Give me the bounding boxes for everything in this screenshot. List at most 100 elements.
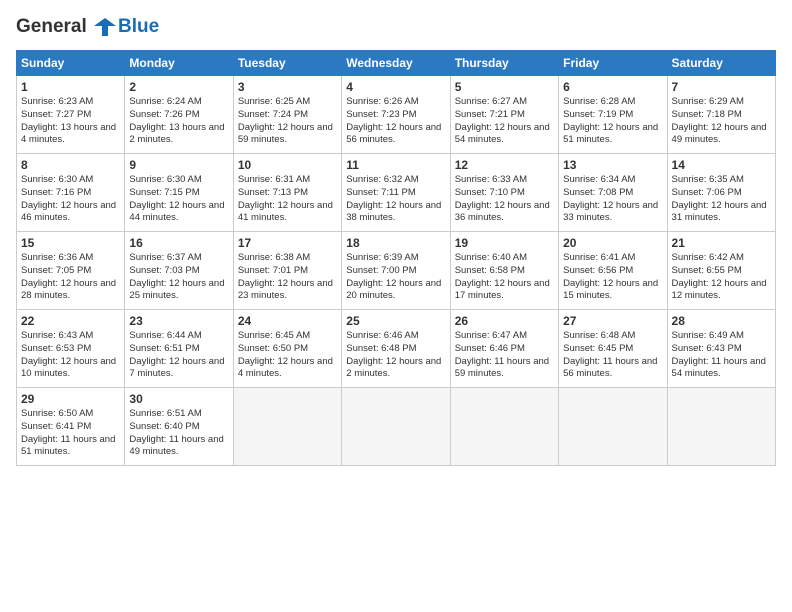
calendar-cell: 8Sunrise: 6:30 AMSunset: 7:16 PMDaylight… (17, 154, 125, 232)
day-info: Sunrise: 6:32 AMSunset: 7:11 PMDaylight:… (346, 174, 445, 225)
calendar-cell: 19 Sunrise: 6:40 AMSunset: 6:58 PMDayligh… (450, 232, 558, 310)
calendar-week-row: 29 Sunrise: 6:50 AMSunset: 6:41 PMDayligh… (17, 388, 776, 466)
calendar-day-header: Wednesday (342, 51, 450, 76)
day-number: 14 (672, 158, 771, 172)
logo: General Blue (16, 16, 159, 38)
page-header: General Blue (16, 16, 776, 38)
day-number: 1 (21, 80, 120, 94)
day-number: 28 (672, 314, 771, 328)
calendar-header-row: SundayMondayTuesdayWednesdayThursdayFrid… (17, 51, 776, 76)
day-number: 22 (21, 314, 120, 328)
day-info: Sunrise: 6:49 AMSunset: 6:43 PMDaylight:… (672, 330, 771, 381)
calendar-week-row: 22 Sunrise: 6:43 AMSunset: 6:53 PMDayligh… (17, 310, 776, 388)
day-info: Sunrise: 6:34 AMSunset: 7:08 PMDaylight:… (563, 174, 662, 225)
calendar-cell: 22 Sunrise: 6:43 AMSunset: 6:53 PMDayligh… (17, 310, 125, 388)
calendar-cell: 10 Sunrise: 6:31 AMSunset: 7:13 PMDayligh… (233, 154, 341, 232)
day-info: Sunrise: 6:35 AMSunset: 7:06 PMDaylight:… (672, 174, 771, 225)
day-number: 16 (129, 236, 228, 250)
calendar-cell: 2 Sunrise: 6:24 AMSunset: 7:26 PMDaylight… (125, 76, 233, 154)
day-number: 19 (455, 236, 554, 250)
day-info: Sunrise: 6:30 AMSunset: 7:15 PMDaylight:… (129, 174, 228, 225)
day-info: Sunrise: 6:41 AMSunset: 6:56 PMDaylight:… (563, 252, 662, 303)
calendar-cell (559, 388, 667, 466)
calendar-cell: 9 Sunrise: 6:30 AMSunset: 7:15 PMDaylight… (125, 154, 233, 232)
calendar-day-header: Friday (559, 51, 667, 76)
day-info: Sunrise: 6:50 AMSunset: 6:41 PMDaylight:… (21, 408, 120, 459)
day-info: Sunrise: 6:51 AMSunset: 6:40 PMDaylight:… (129, 408, 228, 459)
calendar-cell: 24 Sunrise: 6:45 AMSunset: 6:50 PMDayligh… (233, 310, 341, 388)
day-number: 11 (346, 158, 445, 172)
calendar-cell: 25 Sunrise: 6:46 AMSunset: 6:48 PMDayligh… (342, 310, 450, 388)
calendar-cell: 4 Sunrise: 6:26 AMSunset: 7:23 PMDaylight… (342, 76, 450, 154)
day-info: Sunrise: 6:25 AMSunset: 7:24 PMDaylight:… (238, 96, 337, 147)
day-info: Sunrise: 6:26 AMSunset: 7:23 PMDaylight:… (346, 96, 445, 147)
day-number: 20 (563, 236, 662, 250)
day-info: Sunrise: 6:27 AMSunset: 7:21 PMDaylight:… (455, 96, 554, 147)
day-number: 7 (672, 80, 771, 94)
calendar-cell (233, 388, 341, 466)
logo-text-general: General (16, 16, 87, 37)
calendar-cell: 1 Sunrise: 6:23 AMSunset: 7:27 PMDaylight… (17, 76, 125, 154)
calendar-cell: 28 Sunrise: 6:49 AMSunset: 6:43 PMDayligh… (667, 310, 775, 388)
day-number: 6 (563, 80, 662, 94)
calendar-week-row: 8Sunrise: 6:30 AMSunset: 7:16 PMDaylight… (17, 154, 776, 232)
day-info: Sunrise: 6:46 AMSunset: 6:48 PMDaylight:… (346, 330, 445, 381)
calendar-cell: 16 Sunrise: 6:37 AMSunset: 7:03 PMDayligh… (125, 232, 233, 310)
calendar-cell: 12Sunrise: 6:33 AMSunset: 7:10 PMDayligh… (450, 154, 558, 232)
day-info: Sunrise: 6:30 AMSunset: 7:16 PMDaylight:… (21, 174, 120, 225)
calendar-cell: 27Sunrise: 6:48 AMSunset: 6:45 PMDayligh… (559, 310, 667, 388)
day-info: Sunrise: 6:31 AMSunset: 7:13 PMDaylight:… (238, 174, 337, 225)
day-info: Sunrise: 6:45 AMSunset: 6:50 PMDaylight:… (238, 330, 337, 381)
calendar-day-header: Thursday (450, 51, 558, 76)
day-number: 5 (455, 80, 554, 94)
calendar-cell: 11 Sunrise: 6:32 AMSunset: 7:11 PMDayligh… (342, 154, 450, 232)
day-info: Sunrise: 6:37 AMSunset: 7:03 PMDaylight:… (129, 252, 228, 303)
calendar-day-header: Monday (125, 51, 233, 76)
calendar-cell: 3Sunrise: 6:25 AMSunset: 7:24 PMDaylight… (233, 76, 341, 154)
day-info: Sunrise: 6:43 AMSunset: 6:53 PMDaylight:… (21, 330, 120, 381)
day-info: Sunrise: 6:36 AMSunset: 7:05 PMDaylight:… (21, 252, 120, 303)
day-number: 2 (129, 80, 228, 94)
day-info: Sunrise: 6:39 AMSunset: 7:00 PMDaylight:… (346, 252, 445, 303)
day-number: 18 (346, 236, 445, 250)
day-number: 9 (129, 158, 228, 172)
day-number: 10 (238, 158, 337, 172)
day-number: 30 (129, 392, 228, 406)
calendar-cell: 18 Sunrise: 6:39 AMSunset: 7:00 PMDayligh… (342, 232, 450, 310)
day-info: Sunrise: 6:47 AMSunset: 6:46 PMDaylight:… (455, 330, 554, 381)
day-info: Sunrise: 6:38 AMSunset: 7:01 PMDaylight:… (238, 252, 337, 303)
calendar-cell (450, 388, 558, 466)
day-number: 21 (672, 236, 771, 250)
calendar-cell: 7Sunrise: 6:29 AMSunset: 7:18 PMDaylight… (667, 76, 775, 154)
day-info: Sunrise: 6:48 AMSunset: 6:45 PMDaylight:… (563, 330, 662, 381)
page-container: General Blue SundayMondayTuesdayWednesda… (0, 0, 792, 474)
calendar-cell: 15 Sunrise: 6:36 AMSunset: 7:05 PMDayligh… (17, 232, 125, 310)
day-number: 23 (129, 314, 228, 328)
day-number: 25 (346, 314, 445, 328)
day-info: Sunrise: 6:28 AMSunset: 7:19 PMDaylight:… (563, 96, 662, 147)
calendar-day-header: Saturday (667, 51, 775, 76)
day-number: 15 (21, 236, 120, 250)
day-info: Sunrise: 6:24 AMSunset: 7:26 PMDaylight:… (129, 96, 228, 147)
day-info: Sunrise: 6:23 AMSunset: 7:27 PMDaylight:… (21, 96, 120, 147)
calendar-cell (342, 388, 450, 466)
day-number: 12 (455, 158, 554, 172)
calendar-cell: 13Sunrise: 6:34 AMSunset: 7:08 PMDayligh… (559, 154, 667, 232)
day-number: 29 (21, 392, 120, 406)
logo-bird-icon (94, 16, 116, 38)
day-number: 17 (238, 236, 337, 250)
day-info: Sunrise: 6:44 AMSunset: 6:51 PMDaylight:… (129, 330, 228, 381)
calendar-cell (667, 388, 775, 466)
day-number: 24 (238, 314, 337, 328)
day-info: Sunrise: 6:40 AMSunset: 6:58 PMDaylight:… (455, 252, 554, 303)
calendar-cell: 29 Sunrise: 6:50 AMSunset: 6:41 PMDayligh… (17, 388, 125, 466)
calendar-cell: 17 Sunrise: 6:38 AMSunset: 7:01 PMDayligh… (233, 232, 341, 310)
day-number: 4 (346, 80, 445, 94)
calendar-cell: 14 Sunrise: 6:35 AMSunset: 7:06 PMDayligh… (667, 154, 775, 232)
calendar-table: SundayMondayTuesdayWednesdayThursdayFrid… (16, 50, 776, 466)
calendar-cell: 20 Sunrise: 6:41 AMSunset: 6:56 PMDayligh… (559, 232, 667, 310)
calendar-cell: 26 Sunrise: 6:47 AMSunset: 6:46 PMDayligh… (450, 310, 558, 388)
calendar-cell: 6 Sunrise: 6:28 AMSunset: 7:19 PMDaylight… (559, 76, 667, 154)
calendar-day-header: Sunday (17, 51, 125, 76)
day-number: 26 (455, 314, 554, 328)
